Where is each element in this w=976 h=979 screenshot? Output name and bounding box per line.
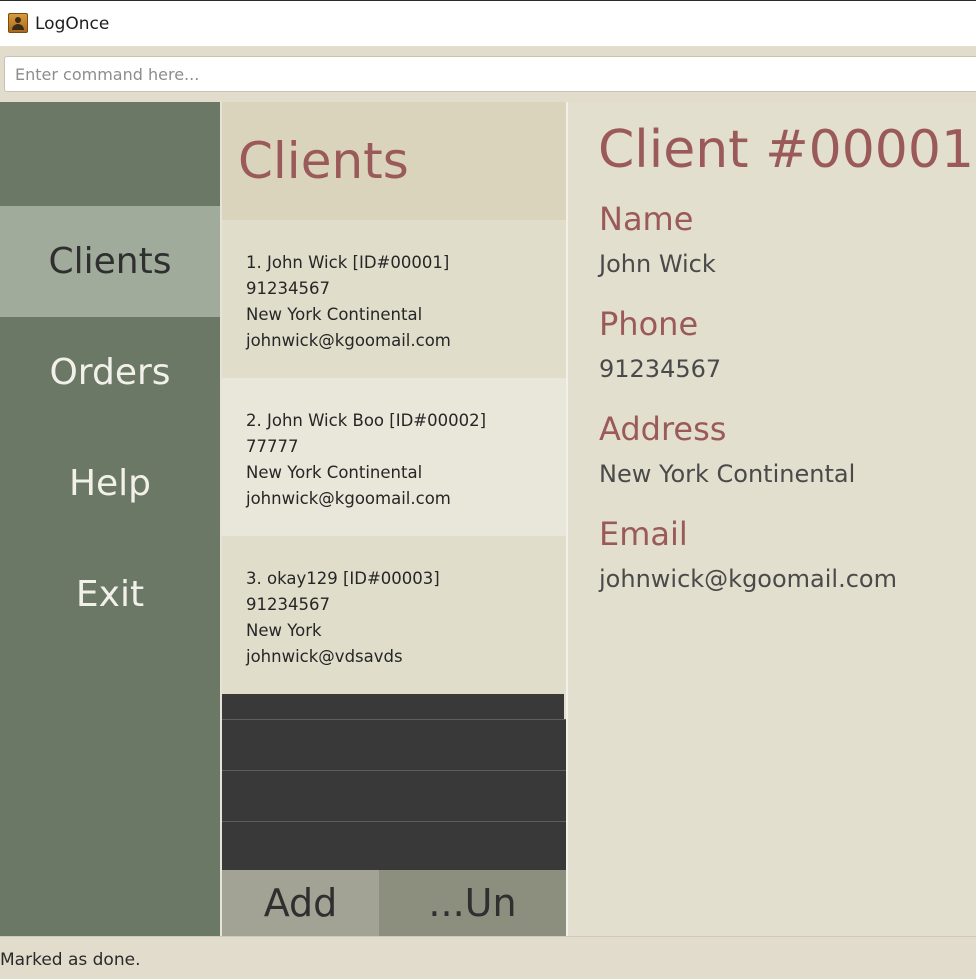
window-title: LogOnce [35,14,110,34]
name-value: John Wick [599,250,716,278]
email-value: johnwick@kgoomail.com [599,565,897,593]
undo-button[interactable]: ...Un [379,870,566,936]
sidebar-item-help[interactable]: Help [0,428,220,539]
empty-list-row [222,821,566,872]
contacts-book-icon [8,13,28,33]
client-header: 2. John Wick Boo [ID#00002] [246,411,487,430]
client-email: johnwick@kgoomail.com [246,489,451,508]
phone-label: Phone [599,305,699,343]
empty-list-row [222,770,566,821]
phone-value: 91234567 [599,355,722,383]
sidebar-item-clients[interactable]: Clients [0,206,220,317]
list-title: Clients [238,132,409,190]
client-detail-panel: Client #00001 Name John Wick Phone 91234… [566,102,976,936]
client-card[interactable]: 1. John Wick [ID#00001] 91234567 New Yor… [222,220,566,378]
empty-list-row [222,719,566,770]
command-bar [0,46,976,102]
client-address: New York [246,621,322,640]
command-input[interactable] [4,56,976,92]
email-label: Email [599,515,688,553]
title-bar: LogOnce [0,0,976,46]
client-email: johnwick@vdsavds [246,647,403,666]
address-value: New York Continental [599,460,856,488]
client-phone: 91234567 [246,595,330,614]
add-button[interactable]: Add [222,870,379,936]
client-list-panel: Clients 1. John Wick [ID#00001] 91234567… [220,102,566,936]
client-card[interactable]: 2. John Wick Boo [ID#00002] 77777 New Yo… [222,378,566,536]
list-header: Clients [222,102,566,220]
client-header: 3. okay129 [ID#00003] [246,569,440,588]
detail-title: Client #00001 [598,120,975,180]
client-header: 1. John Wick [ID#00001] [246,253,450,272]
client-phone: 91234567 [246,279,330,298]
sidebar: Clients Orders Help Exit [0,102,220,936]
client-card[interactable]: 3. okay129 [ID#00003] 91234567 New York … [222,536,566,694]
status-text: Marked as done. [0,950,141,970]
client-phone: 77777 [246,437,299,456]
name-label: Name [599,200,694,238]
sidebar-item-exit[interactable]: Exit [0,539,220,650]
client-address: New York Continental [246,463,423,482]
address-label: Address [599,410,727,448]
client-address: New York Continental [246,305,423,324]
sidebar-item-orders[interactable]: Orders [0,317,220,428]
status-bar: Marked as done. [0,936,976,979]
client-email: johnwick@kgoomail.com [246,331,451,350]
